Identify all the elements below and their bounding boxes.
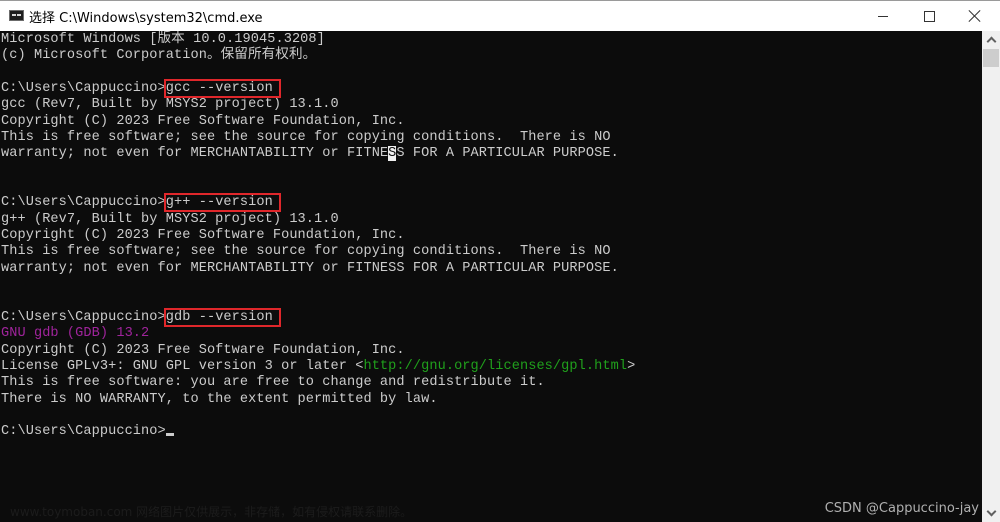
title-bar[interactable]: 选择 C:\Windows\system32\cmd.exe: [0, 1, 1000, 31]
output-line: Copyright (C) 2023 Free Software Foundat…: [1, 342, 405, 358]
license-url-link[interactable]: http://gnu.org/licenses/gpl.html: [363, 359, 627, 374]
output-text: >: [627, 358, 636, 374]
output-line: gcc (Rev7, Built by MSYS2 project) 13.1.…: [1, 97, 339, 113]
console-app-icon[interactable]: [9, 10, 24, 21]
command-gpp: g++ --version: [163, 193, 281, 213]
minimize-icon: [878, 15, 888, 17]
scroll-thumb[interactable]: [983, 49, 999, 67]
output-line: There is NO WARRANTY, to the extent perm…: [1, 391, 438, 407]
gdb-banner-line: GNU gdb (GDB) 13.2: [1, 326, 150, 342]
cmd-window: 选择 C:\Windows\system32\cmd.exe Microsoft…: [0, 0, 1000, 522]
prompt: C:\Users\Cappuccino>: [1, 309, 166, 325]
text-cursor: [165, 433, 174, 437]
watermark-csdn: CSDN @Cappuccino-jay: [824, 501, 979, 516]
prompt: C:\Users\Cappuccino>: [1, 195, 166, 211]
chevron-down-icon: [986, 506, 996, 517]
output-line: Copyright (C) 2023 Free Software Foundat…: [1, 228, 405, 244]
output-line: warranty; not even for MERCHANTABILITY o…: [1, 146, 635, 162]
output-line: g++ (Rev7, Built by MSYS2 project) 13.1.…: [1, 211, 339, 227]
output-line: Copyright (C) 2023 Free Software Foundat…: [1, 113, 405, 129]
output-line: This is free software; see the source fo…: [1, 130, 611, 146]
vertical-scrollbar[interactable]: [982, 31, 1000, 522]
output-text: warranty; not even for MERCHANTABILITY o…: [1, 146, 389, 162]
scroll-down-button[interactable]: [982, 505, 1000, 522]
output-text: S FOR A PARTICULAR PURPOSE.: [396, 146, 619, 162]
prompt-line: C:\Users\Cappuccino>gdb --version: [1, 307, 635, 327]
close-button[interactable]: [952, 1, 998, 31]
close-icon: [969, 10, 981, 22]
output-text: License GPLv3+: GNU GPL version 3 or lat…: [1, 358, 364, 374]
output-line: This is free software; see the source fo…: [1, 244, 611, 260]
maximize-button[interactable]: [906, 1, 952, 31]
prompt-line[interactable]: C:\Users\Cappuccino>: [1, 424, 635, 440]
output-line: warranty; not even for MERCHANTABILITY o…: [1, 260, 619, 276]
prompt: C:\Users\Cappuccino>: [1, 424, 166, 440]
license-line: License GPLv3+: GNU GPL version 3 or lat…: [1, 359, 635, 375]
minimize-button[interactable]: [860, 1, 906, 31]
window-title: 选择 C:\Windows\system32\cmd.exe: [29, 11, 263, 26]
prompt-line: C:\Users\Cappuccino>g++ --version: [1, 193, 635, 213]
banner-line: Microsoft Windows [版本 10.0.19045.3208]: [1, 32, 325, 47]
maximize-icon: [923, 10, 935, 22]
scroll-up-button[interactable]: [982, 31, 1000, 48]
chevron-up-icon: [986, 36, 996, 47]
watermark-site: www.toymoban.com 网络图片仅供展示，非存储，如有侵权请联系删除。: [10, 505, 413, 519]
banner-line: (c) Microsoft Corporation。保留所有权利。: [1, 48, 317, 64]
prompt: C:\Users\Cappuccino>: [1, 81, 166, 97]
output-line: This is free software: you are free to c…: [1, 375, 545, 391]
prompt-line: C:\Users\Cappuccino>gcc --version: [1, 79, 635, 99]
command-gcc: gcc --version: [163, 79, 281, 99]
console-output[interactable]: Microsoft Windows [版本 10.0.19045.3208] (…: [0, 31, 982, 522]
command-gdb: gdb --version: [163, 307, 281, 327]
